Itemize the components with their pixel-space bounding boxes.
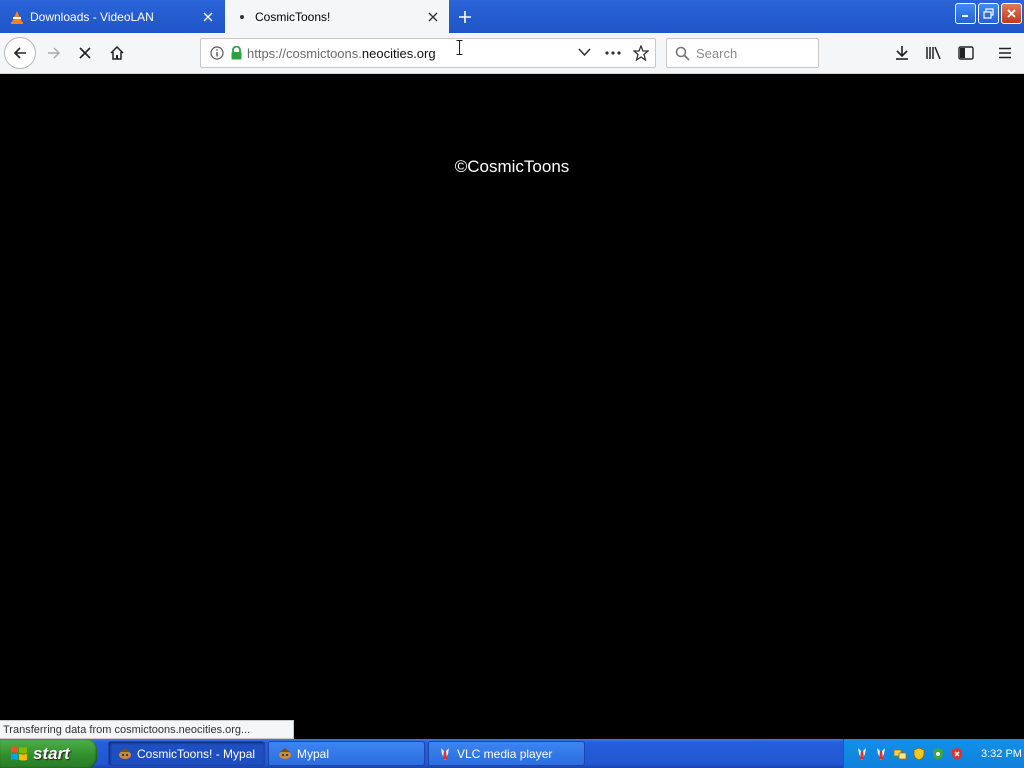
tab-downloads-videolan[interactable]: Downloads - VideoLAN — [0, 0, 224, 33]
search-icon — [675, 46, 690, 61]
tab-strip: Downloads - VideoLAN CosmicToons! — [0, 0, 1024, 33]
taskbar-item-mypal[interactable]: Mypal — [268, 741, 425, 766]
page-content: ©CosmicToons — [0, 75, 1024, 739]
taskbar-item-label: Mypal — [297, 746, 330, 761]
text-cursor-icon — [456, 40, 463, 55]
home-button[interactable] — [101, 37, 133, 69]
plus-icon — [459, 11, 471, 23]
start-button[interactable]: start — [0, 739, 97, 768]
url-domain: neocities.org — [361, 45, 436, 61]
sidebar-button[interactable] — [950, 37, 982, 69]
back-button[interactable] — [4, 37, 36, 69]
taskbar: start CosmicToons! - Mypal Mypal VLC med… — [0, 739, 1024, 768]
start-label: start — [33, 743, 70, 763]
page-actions-icon[interactable] — [605, 51, 621, 55]
minimize-button[interactable] — [955, 3, 976, 24]
security-alert-icon[interactable] — [949, 746, 965, 762]
loading-dot-icon — [234, 9, 250, 25]
url-prefix: https://cosmictoons. — [247, 45, 362, 61]
info-icon[interactable] — [210, 46, 224, 60]
sidebar-icon — [958, 46, 974, 60]
taskbar-item-label: VLC media player — [457, 746, 553, 761]
mypal-icon — [117, 746, 133, 762]
close-tab-icon[interactable] — [422, 6, 444, 28]
restore-icon — [983, 8, 994, 19]
stop-x-icon — [79, 47, 91, 59]
hamburger-menu-icon — [999, 47, 1011, 59]
new-tab-button[interactable] — [452, 4, 478, 30]
bookmark-star-icon[interactable] — [633, 45, 649, 61]
menu-button[interactable] — [989, 37, 1021, 69]
network-icon[interactable] — [892, 746, 908, 762]
library-icon — [926, 46, 941, 60]
navigation-toolbar: https://cosmictoons.neocities.org Search — [0, 33, 1024, 74]
clock: 3:32 PM — [981, 747, 1022, 760]
vlc-cone-icon — [9, 9, 25, 25]
tab-label: CosmicToons! — [255, 9, 331, 24]
system-tray: 3:32 PM — [843, 739, 1024, 768]
vlc-tray-icon[interactable] — [854, 746, 870, 762]
lock-icon[interactable] — [230, 46, 243, 60]
url-text[interactable]: https://cosmictoons.neocities.org — [247, 46, 436, 61]
vlc-tray-icon[interactable] — [873, 746, 889, 762]
stop-button[interactable] — [69, 37, 101, 69]
back-arrow-icon — [13, 47, 26, 59]
tab-label: Downloads - VideoLAN — [30, 9, 154, 24]
home-icon — [110, 45, 124, 60]
tab-cosmictoons[interactable]: CosmicToons! — [225, 0, 449, 33]
taskbar-item-label: CosmicToons! - Mypal — [137, 746, 256, 761]
search-input[interactable]: Search — [666, 38, 819, 68]
shield-icon[interactable] — [911, 746, 927, 762]
forward-button[interactable] — [38, 37, 70, 69]
downloads-button[interactable] — [886, 37, 918, 69]
copyright-text: ©CosmicToons — [454, 157, 570, 176]
taskbar-item-vlc-media-player[interactable]: VLC media player — [428, 741, 585, 766]
restore-button[interactable] — [978, 3, 999, 24]
desktop: Downloads - VideoLAN CosmicToons! https:… — [0, 0, 1024, 768]
close-icon — [1007, 9, 1016, 18]
url-bar[interactable]: https://cosmictoons.neocities.org — [200, 38, 656, 68]
mypal-icon — [277, 746, 293, 762]
status-bar: Transferring data from cosmictoons.neoci… — [0, 720, 294, 739]
search-placeholder: Search — [696, 45, 738, 61]
library-button[interactable] — [918, 37, 950, 69]
chevron-down-icon[interactable] — [578, 47, 591, 57]
vlc-icon — [437, 746, 453, 762]
windows-logo-icon — [9, 744, 29, 764]
forward-arrow-icon — [48, 47, 60, 59]
download-arrow-icon — [896, 46, 908, 60]
close-tab-icon[interactable] — [197, 6, 219, 28]
close-window-button[interactable] — [1001, 3, 1022, 24]
minimize-icon — [962, 15, 968, 17]
security-center-icon[interactable] — [930, 746, 946, 762]
taskbar-item-cosmictoons-mypal[interactable]: CosmicToons! - Mypal — [108, 741, 265, 766]
